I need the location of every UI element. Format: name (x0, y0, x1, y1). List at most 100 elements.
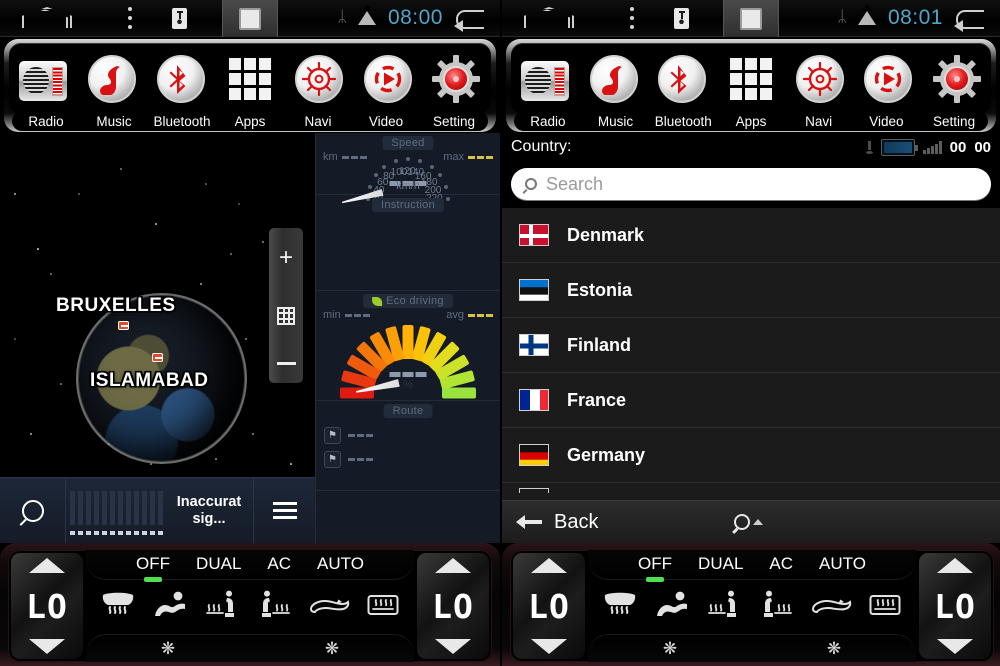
country-list[interactable]: Denmark Estonia Finland France Germany (502, 208, 1000, 536)
face-vent-icon[interactable] (654, 591, 690, 624)
battery-icon (881, 139, 915, 156)
passenger-seat-heat-icon[interactable] (257, 590, 291, 625)
climate-mode-auto[interactable]: AUTO (819, 554, 866, 576)
app-music[interactable] (583, 55, 645, 103)
rear-defrost-icon[interactable] (367, 592, 399, 623)
checkered-flag-icon: ⚑ (324, 451, 341, 468)
climate-mode-ac[interactable]: AC (267, 554, 291, 576)
list-item[interactable]: Finland (502, 318, 1000, 373)
app-setting[interactable] (926, 54, 988, 104)
zoom-in-button[interactable]: + (279, 246, 293, 270)
home-icon[interactable] (22, 8, 68, 28)
passenger-temp-control[interactable]: LO (417, 553, 489, 659)
triangle-down-icon[interactable] (531, 639, 567, 654)
front-defrost-icon[interactable] (603, 591, 637, 624)
climate-mode-dual[interactable]: DUAL (698, 554, 743, 576)
search-collapse-icon[interactable] (734, 514, 763, 530)
passenger-seat-heat-icon[interactable] (759, 590, 793, 625)
home-icon[interactable] (524, 8, 570, 28)
recirculation-icon[interactable] (308, 593, 350, 622)
list-item[interactable]: Germany (502, 428, 1000, 483)
climate-mode-off[interactable]: OFF (136, 554, 170, 576)
list-item-partial[interactable] (502, 483, 1000, 497)
country-name: Estonia (567, 280, 632, 301)
app-apps[interactable] (219, 55, 281, 102)
climate-mode-off[interactable]: OFF (638, 554, 672, 576)
status-clock: 08:00 (388, 6, 443, 30)
app-music[interactable] (81, 55, 143, 103)
triangle-down-icon[interactable] (937, 639, 973, 654)
search-input[interactable]: Search (511, 168, 991, 200)
driver-seat-heat-icon[interactable] (205, 590, 239, 625)
passenger-temp-control[interactable]: LO (919, 553, 991, 659)
grid-icon[interactable] (277, 307, 295, 325)
triangle-up-icon[interactable] (435, 558, 471, 573)
back-button[interactable]: Back (502, 511, 598, 534)
driver-temp-control[interactable]: LO (11, 553, 83, 659)
climate-mode-ac[interactable]: AC (769, 554, 793, 576)
fan-right-icon[interactable]: ❋ (827, 640, 841, 657)
face-vent-icon[interactable] (152, 591, 188, 624)
climate-mode-auto[interactable]: AUTO (317, 554, 364, 576)
fan-left-icon[interactable]: ❋ (663, 640, 677, 657)
climate-inner-right: LO OFF DUAL AC AUTO ❋ ❋ LO (510, 550, 994, 662)
app-radio[interactable] (12, 57, 74, 101)
country-name: Finland (567, 335, 631, 356)
fan-right-icon[interactable]: ❋ (325, 640, 339, 657)
triangle-down-icon[interactable] (435, 639, 471, 654)
app-label-video: Video (355, 114, 417, 129)
map-zoom-controls[interactable]: + (269, 228, 303, 383)
climate-mode-dual[interactable]: DUAL (196, 554, 241, 576)
signal-status-area: Inaccurat sig... (66, 478, 253, 544)
signal-bars-icon (923, 141, 942, 154)
back-label: Back (554, 511, 598, 534)
recent-apps-icon[interactable] (723, 0, 779, 37)
app-label-music: Music (585, 114, 647, 129)
triangle-up-icon[interactable] (937, 558, 973, 573)
app-setting[interactable] (425, 54, 487, 104)
app-label-radio: Radio (15, 114, 77, 129)
app-navi[interactable] (288, 55, 350, 103)
rear-defrost-icon[interactable] (869, 592, 901, 623)
france-flag-icon (519, 389, 549, 411)
compass-icon (295, 55, 343, 103)
triangle-down-icon[interactable] (29, 639, 65, 654)
back-icon[interactable] (454, 10, 484, 27)
passenger-temp-value: LO (432, 587, 474, 626)
android-status-bar-right: ᛦ 08:01 (502, 0, 1000, 37)
recent-apps-icon[interactable] (222, 0, 278, 37)
recirculation-icon[interactable] (810, 593, 852, 622)
triangle-up-icon[interactable] (531, 558, 567, 573)
mode-led-indicator (144, 577, 162, 582)
app-apps[interactable] (720, 55, 782, 102)
list-item[interactable]: Estonia (502, 263, 1000, 318)
app-navi[interactable] (789, 55, 851, 103)
fan-left-icon[interactable]: ❋ (161, 640, 175, 657)
map-view[interactable]: BRUXELLES ISLAMABAD Sygic + ➤ HUD (0, 133, 315, 543)
hamburger-menu-icon[interactable] (253, 478, 315, 544)
app-bluetooth[interactable] (651, 55, 713, 103)
front-defrost-icon[interactable] (101, 591, 135, 624)
app-bluetooth[interactable] (150, 55, 212, 103)
list-item[interactable]: France (502, 373, 1000, 428)
dual-screenshot-container: ᛦ 08:00 Radio Music Bluetooth Apps Navi … (0, 0, 1000, 666)
app-radio[interactable] (514, 57, 576, 101)
app-video[interactable] (357, 55, 419, 103)
compass-icon (796, 55, 844, 103)
map-pin-bruxelles[interactable] (118, 321, 129, 330)
gps-icon (866, 141, 873, 154)
driver-seat-heat-icon[interactable] (707, 590, 741, 625)
app-video[interactable] (857, 55, 919, 103)
climate-inner-left: LO OFF DUAL AC AUTO ❋ ❋ LO (8, 550, 492, 662)
back-icon[interactable] (954, 10, 984, 27)
driver-temp-control[interactable]: LO (513, 553, 585, 659)
app-label-setting: Setting (423, 114, 485, 129)
eco-segment (442, 388, 476, 399)
overflow-menu-icon[interactable] (630, 7, 636, 29)
list-item[interactable]: Denmark (502, 208, 1000, 263)
triangle-up-icon[interactable] (29, 558, 65, 573)
search-icon[interactable] (0, 478, 66, 544)
zoom-out-button[interactable] (277, 362, 296, 365)
map-pin-islamabad[interactable] (152, 353, 163, 362)
overflow-menu-icon[interactable] (128, 7, 134, 29)
